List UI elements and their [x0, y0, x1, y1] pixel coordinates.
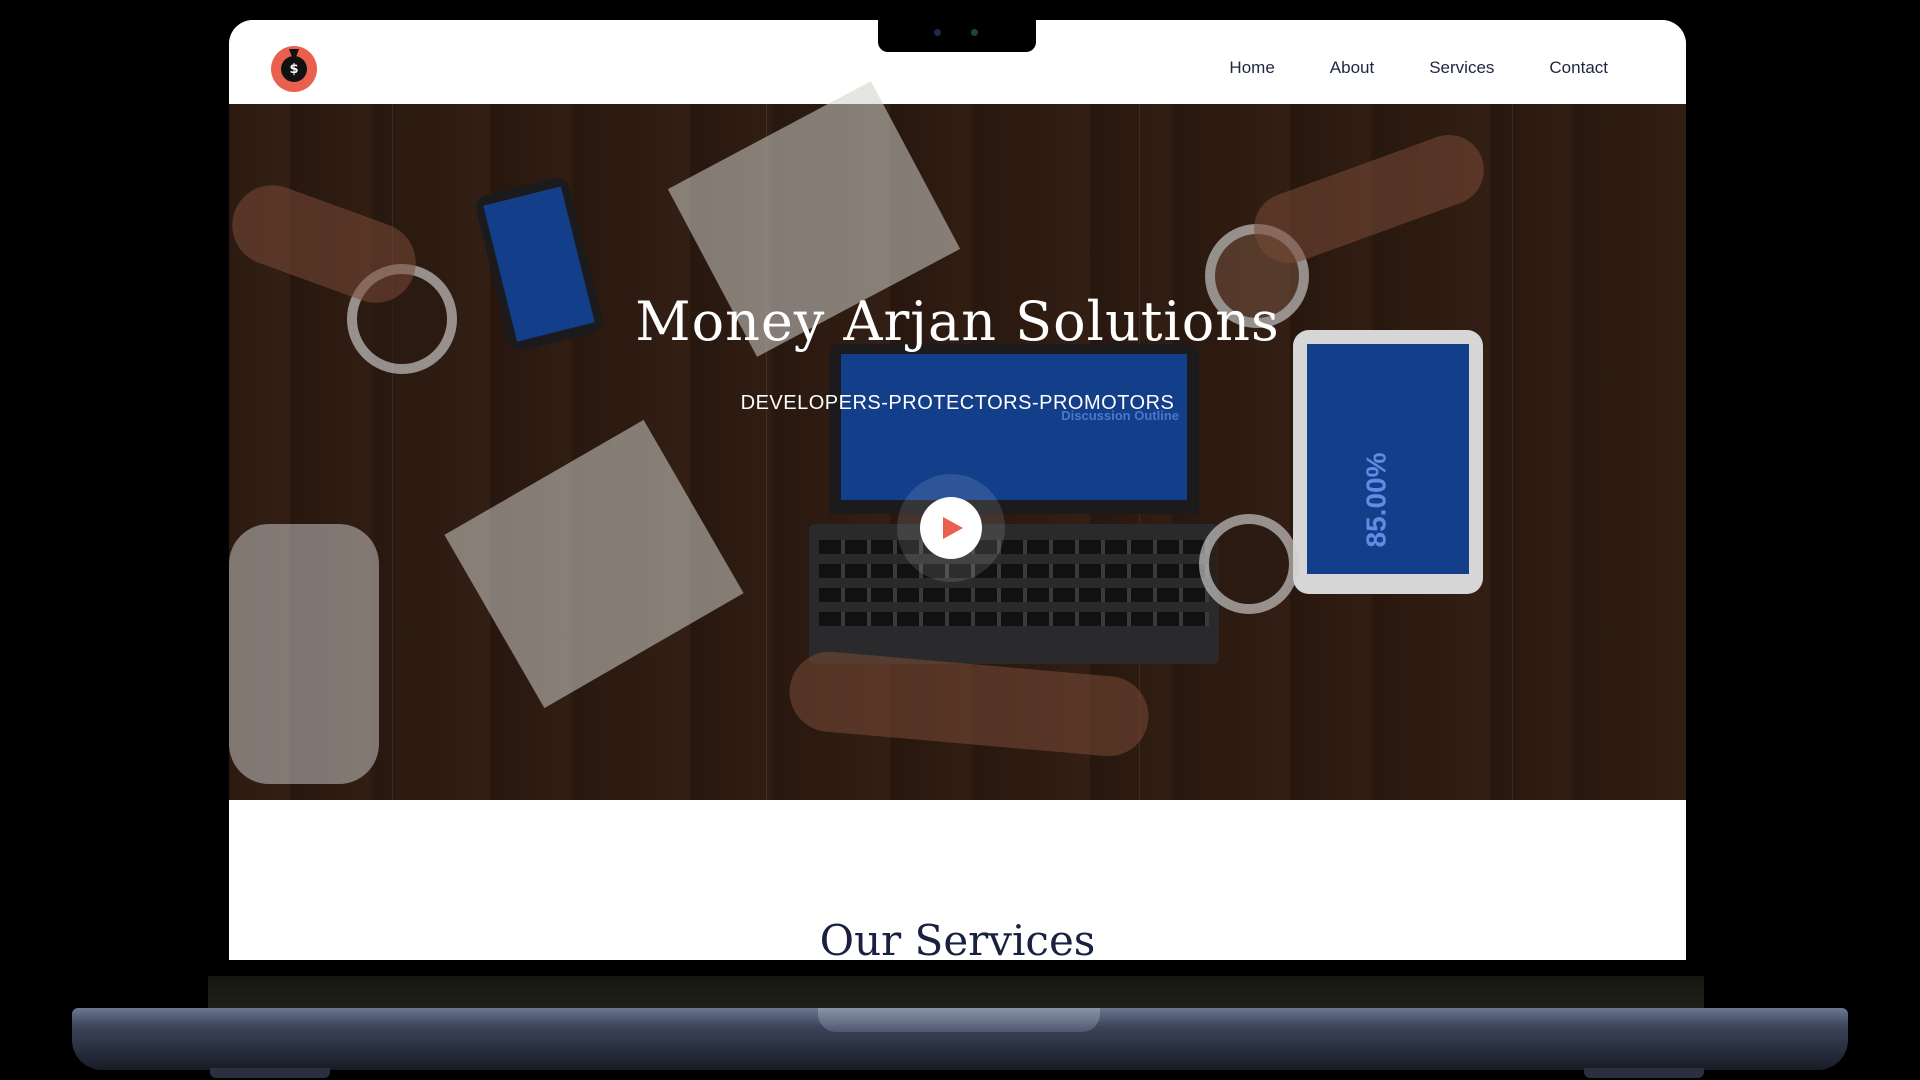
tablet-screen-text: 85.00%: [1360, 452, 1392, 548]
camera-lens: [934, 29, 941, 36]
nav-about[interactable]: About: [1330, 58, 1374, 78]
hero-subtitle: DEVELOPERS-PROTECTORS-PROMOTORS: [740, 392, 1175, 414]
table-plank-line: [1512, 104, 1513, 800]
website-screen: $ Home About Services Contact Discussion…: [229, 20, 1686, 960]
laptop-lid-notch: [818, 1008, 1100, 1032]
laptop-foot: [1584, 1068, 1704, 1078]
camera-notch: [878, 18, 1036, 52]
main-nav: Home About Services Contact: [1229, 58, 1608, 78]
hand-image: [1244, 125, 1494, 273]
play-button-circle: [920, 497, 982, 559]
services-heading: Our Services: [819, 916, 1096, 960]
notepad-image: [444, 419, 744, 709]
site-logo[interactable]: $: [271, 46, 317, 92]
laptop-image: [829, 344, 1199, 514]
logo-symbol: $: [289, 61, 299, 77]
hand-image: [786, 648, 1152, 760]
keyboard-image: [809, 524, 1219, 664]
laptop-hinge: [208, 976, 1704, 1008]
hero-section: Discussion Outline 85.00% Money Arjan So…: [229, 81, 1686, 800]
sleeve-image: [229, 524, 379, 784]
money-bag-icon: $: [281, 56, 307, 82]
hero-title: Money Arjan Solutions: [635, 290, 1280, 353]
camera-indicator: [971, 29, 978, 36]
nav-contact[interactable]: Contact: [1549, 58, 1608, 78]
play-video-button[interactable]: [897, 474, 1005, 582]
nav-services[interactable]: Services: [1429, 58, 1494, 78]
laptop-foot: [210, 1068, 330, 1078]
play-icon: [943, 517, 963, 539]
nav-home[interactable]: Home: [1229, 58, 1274, 78]
laptop-mockup: $ Home About Services Contact Discussion…: [0, 0, 1920, 1080]
table-plank-line: [392, 104, 393, 800]
coffee-mug-image: [1199, 514, 1299, 614]
